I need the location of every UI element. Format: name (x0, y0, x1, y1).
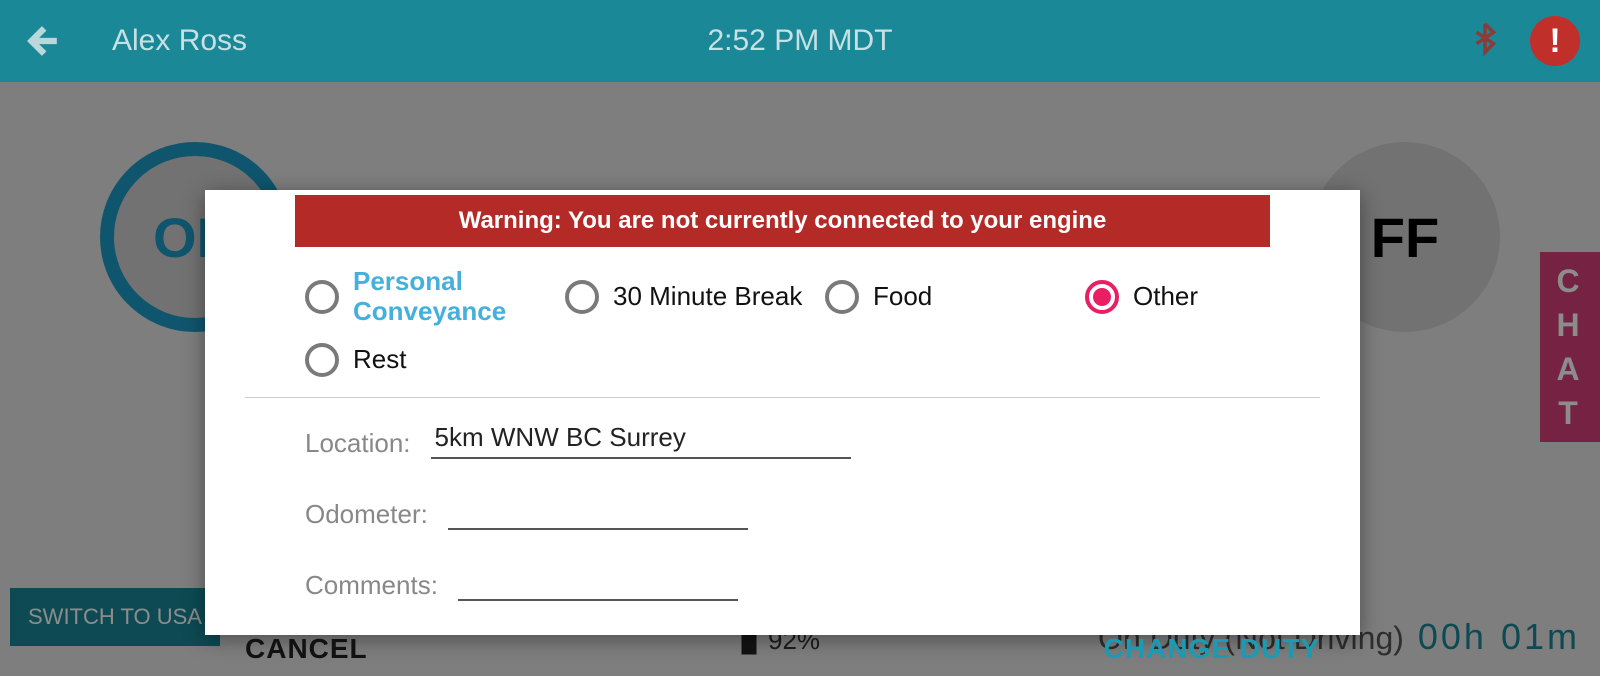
cancel-button[interactable]: CANCEL (245, 633, 368, 665)
back-arrow-icon[interactable] (20, 20, 62, 62)
radio-30-minute-break[interactable]: 30 Minute Break (565, 267, 825, 327)
location-label: Location: (305, 428, 411, 459)
radio-label: Other (1133, 282, 1198, 312)
app-body: ON FF C H A T SWITCH TO USA 92% On Duty … (0, 82, 1600, 676)
top-bar: Alex Ross 2:52 PM MDT ! (0, 0, 1600, 82)
odometer-input[interactable] (448, 489, 748, 530)
radio-label: Rest (353, 345, 406, 375)
comments-input[interactable] (458, 560, 738, 601)
radio-icon (565, 280, 599, 314)
radio-food[interactable]: Food (825, 267, 1085, 327)
change-duty-dialog: Warning: You are not currently connected… (205, 190, 1360, 635)
change-duty-button[interactable]: CHANGE DUTY (1104, 633, 1320, 665)
alert-icon[interactable]: ! (1530, 16, 1580, 66)
odometer-label: Odometer: (305, 499, 428, 530)
radio-other[interactable]: Other (1085, 267, 1345, 327)
location-input[interactable] (431, 418, 851, 459)
radio-label: Personal Conveyance (353, 267, 565, 327)
dialog-actions: CANCEL CHANGE DUTY (205, 611, 1360, 676)
radio-icon (1085, 280, 1119, 314)
user-name: Alex Ross (112, 24, 247, 58)
radio-icon (825, 280, 859, 314)
comments-label: Comments: (305, 570, 438, 601)
reason-radio-group: Personal Conveyance 30 Minute Break Food… (245, 247, 1320, 398)
warning-banner: Warning: You are not currently connected… (295, 195, 1270, 247)
fields-area: Location: Odometer: Comments: (245, 398, 1320, 611)
radio-personal-conveyance[interactable]: Personal Conveyance (305, 267, 565, 327)
bluetooth-icon[interactable] (1468, 16, 1502, 67)
radio-rest[interactable]: Rest (305, 343, 565, 377)
radio-label: Food (873, 282, 932, 312)
radio-icon (305, 343, 339, 377)
location-field: Location: (305, 418, 851, 459)
clock-time: 2:52 PM MDT (707, 24, 892, 58)
radio-label: 30 Minute Break (613, 282, 802, 312)
comments-field: Comments: (305, 560, 1260, 601)
radio-icon (305, 280, 339, 314)
odometer-field: Odometer: (305, 489, 748, 530)
